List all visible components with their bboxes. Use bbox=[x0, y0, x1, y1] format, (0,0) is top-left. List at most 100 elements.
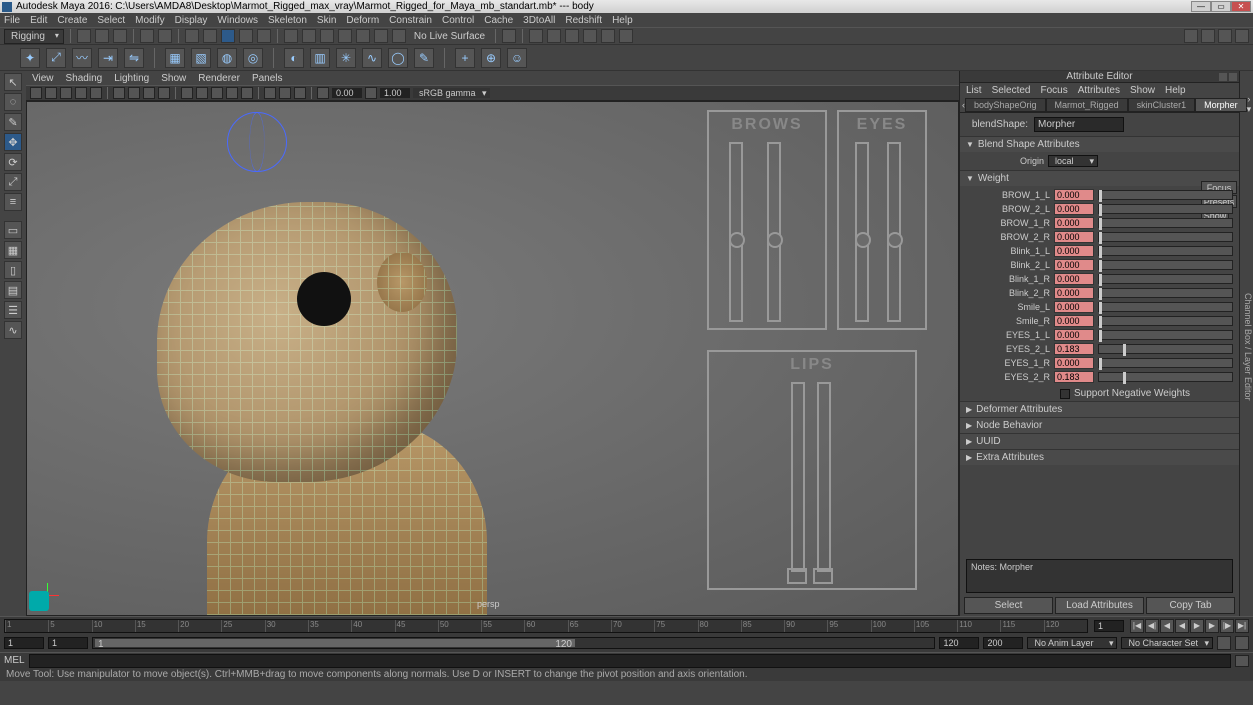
paint-weights-icon[interactable]: ◍ bbox=[217, 48, 237, 68]
blendshape-field[interactable] bbox=[1034, 117, 1124, 132]
vp-textured-icon[interactable] bbox=[211, 87, 223, 99]
attr-undock-icon[interactable] bbox=[1219, 73, 1227, 81]
layout-single-icon[interactable]: ▭ bbox=[4, 221, 22, 239]
maximize-button[interactable]: ▭ bbox=[1211, 1, 1231, 12]
blendshape-icon[interactable]: ◐ bbox=[284, 48, 304, 68]
vp-gamma-field[interactable]: 1.00 bbox=[380, 88, 410, 98]
cmd-input[interactable] bbox=[29, 654, 1231, 668]
weight-field-BROW_2_R[interactable] bbox=[1054, 231, 1094, 243]
weight-field-EYES_1_L[interactable] bbox=[1054, 329, 1094, 341]
light-editor-icon[interactable] bbox=[619, 29, 633, 43]
mirror-weights-icon[interactable]: ◎ bbox=[243, 48, 263, 68]
vp-grid-icon[interactable] bbox=[113, 87, 125, 99]
play-back-icon[interactable]: ◀ bbox=[1175, 619, 1189, 633]
weight-slider-BROW_1_L[interactable] bbox=[1098, 190, 1233, 200]
sculpt-icon[interactable]: ✎ bbox=[414, 48, 434, 68]
vp-select-cam-icon[interactable] bbox=[30, 87, 42, 99]
snap-plane-icon[interactable] bbox=[338, 29, 352, 43]
step-forward-key-icon[interactable]: |▶ bbox=[1220, 619, 1234, 633]
snap-grid-icon[interactable] bbox=[284, 29, 298, 43]
viewport-3d[interactable]: persp BROWS EYES bbox=[26, 101, 959, 616]
weight-slider-Blink_2_L[interactable] bbox=[1098, 260, 1233, 270]
script-editor-icon[interactable] bbox=[1235, 655, 1249, 667]
detach-skin-icon[interactable]: ▧ bbox=[191, 48, 211, 68]
attr-menu-attributes[interactable]: Attributes bbox=[1078, 85, 1120, 96]
weight-field-Blink_2_R[interactable] bbox=[1054, 287, 1094, 299]
mesh-marmot[interactable] bbox=[147, 202, 507, 615]
vp-menu-view[interactable]: View bbox=[32, 73, 54, 84]
panel-layout-icon[interactable] bbox=[1184, 29, 1198, 43]
section-node-toggle[interactable]: ▶Node Behavior bbox=[960, 418, 1239, 433]
eyes-slider-l[interactable] bbox=[855, 142, 869, 322]
attr-menu-help[interactable]: Help bbox=[1165, 85, 1186, 96]
weight-field-Blink_2_L[interactable] bbox=[1054, 259, 1094, 271]
weight-slider-Blink_1_R[interactable] bbox=[1098, 274, 1233, 284]
eyes-slider-r[interactable] bbox=[887, 142, 901, 322]
autokey-icon[interactable] bbox=[1217, 636, 1231, 650]
layout-three-icon[interactable]: ▤ bbox=[4, 281, 22, 299]
weight-slider-BROW_2_L[interactable] bbox=[1098, 204, 1233, 214]
cluster-icon[interactable]: ✳ bbox=[336, 48, 356, 68]
vp-xray-icon[interactable] bbox=[279, 87, 291, 99]
vp-wireframe-icon[interactable] bbox=[181, 87, 193, 99]
range-in-field[interactable]: 1 bbox=[48, 637, 88, 649]
step-back-key-icon[interactable]: ◀| bbox=[1145, 619, 1159, 633]
weight-field-BROW_1_R[interactable] bbox=[1054, 217, 1094, 229]
vp-menu-shading[interactable]: Shading bbox=[66, 73, 103, 84]
lasso-tool-icon[interactable]: ◌ bbox=[4, 93, 22, 111]
anim-layer-dropdown[interactable]: No Anim Layer bbox=[1027, 637, 1117, 649]
menu-redshift[interactable]: Redshift bbox=[565, 15, 602, 26]
rotate-tool-icon[interactable]: ⟳ bbox=[4, 153, 22, 171]
step-forward-icon[interactable]: ▶ bbox=[1205, 619, 1219, 633]
wrap-icon[interactable]: ◯ bbox=[388, 48, 408, 68]
vp-res-gate-icon[interactable] bbox=[143, 87, 155, 99]
render-icon[interactable] bbox=[529, 29, 543, 43]
lips-reset-l[interactable] bbox=[787, 568, 807, 584]
weight-field-EYES_2_R[interactable] bbox=[1054, 371, 1094, 383]
menu-cache[interactable]: Cache bbox=[484, 15, 513, 26]
move-tool-icon[interactable]: ✥ bbox=[4, 133, 22, 151]
rotate-manipulator[interactable] bbox=[227, 112, 287, 172]
menu-windows[interactable]: Windows bbox=[217, 15, 258, 26]
menu-display[interactable]: Display bbox=[175, 15, 208, 26]
menu-deform[interactable]: Deform bbox=[346, 15, 379, 26]
attribute-toggle-icon[interactable] bbox=[1201, 29, 1215, 43]
menu-skeleton[interactable]: Skeleton bbox=[268, 15, 307, 26]
vp-colorspace-dropdown[interactable]: sRGB gamma bbox=[413, 88, 490, 98]
vp-bookmark-icon[interactable] bbox=[45, 87, 57, 99]
attr-close-icon[interactable] bbox=[1229, 73, 1237, 81]
layout-four-icon[interactable]: ▦ bbox=[4, 241, 22, 259]
vp-menu-panels[interactable]: Panels bbox=[252, 73, 283, 84]
select-tool-icon[interactable]: ↖ bbox=[4, 73, 22, 91]
goto-end-icon[interactable]: ▶| bbox=[1235, 619, 1249, 633]
tab-bodyshapeorig[interactable]: bodyShapeOrig bbox=[965, 98, 1046, 112]
graph-editor-icon[interactable]: ∿ bbox=[4, 321, 22, 339]
menu-help[interactable]: Help bbox=[612, 15, 633, 26]
notes-field[interactable]: Notes: Morpher bbox=[966, 559, 1233, 593]
vp-exposure-icon[interactable] bbox=[317, 87, 329, 99]
render-layers-icon[interactable] bbox=[601, 29, 615, 43]
section-blend-toggle[interactable]: ▼Blend Shape Attributes bbox=[960, 137, 1239, 152]
ik-spline-icon[interactable]: 〰 bbox=[72, 48, 92, 68]
lips-slider-l[interactable] bbox=[791, 382, 805, 572]
vp-shadows-icon[interactable] bbox=[241, 87, 253, 99]
neg-weights-checkbox[interactable] bbox=[1060, 389, 1070, 399]
snap-center-icon[interactable] bbox=[374, 29, 388, 43]
weight-slider-Smile_R[interactable] bbox=[1098, 316, 1233, 326]
vp-image-plane-icon[interactable] bbox=[60, 87, 72, 99]
section-uuid-toggle[interactable]: ▶UUID bbox=[960, 434, 1239, 449]
vp-film-gate-icon[interactable] bbox=[128, 87, 140, 99]
sel-edge-icon[interactable] bbox=[203, 29, 217, 43]
prefs-icon[interactable] bbox=[1235, 636, 1249, 650]
weight-slider-BROW_1_R[interactable] bbox=[1098, 218, 1233, 228]
mirror-joint-icon[interactable]: ⇋ bbox=[124, 48, 144, 68]
vp-xray-joints-icon[interactable] bbox=[294, 87, 306, 99]
workspace-dropdown[interactable]: Rigging bbox=[4, 29, 64, 44]
weight-slider-EYES_2_R[interactable] bbox=[1098, 372, 1233, 382]
snap-live-icon[interactable] bbox=[356, 29, 370, 43]
range-bar[interactable]: 1120 bbox=[92, 637, 935, 649]
range-end-field[interactable]: 200 bbox=[983, 637, 1023, 649]
weight-field-BROW_2_L[interactable] bbox=[1054, 203, 1094, 215]
snap-point-icon[interactable] bbox=[320, 29, 334, 43]
weight-slider-EYES_1_R[interactable] bbox=[1098, 358, 1233, 368]
